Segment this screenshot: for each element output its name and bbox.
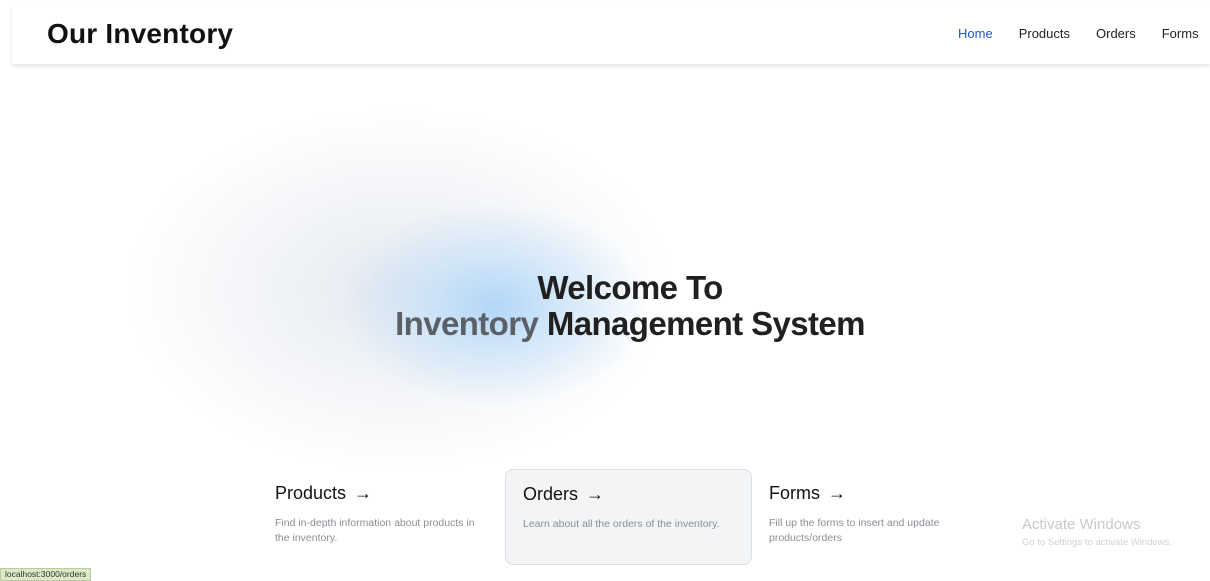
arrow-right-icon: → [354,483,373,503]
watermark-title: Activate Windows [1022,516,1141,533]
hero-line-1: Welcome To [537,269,723,306]
nav-link-home[interactable]: Home [958,26,993,42]
card-forms-description: Fill up the forms to insert and update p… [769,517,940,544]
card-orders[interactable]: Orders → Learn about all the orders of t… [505,469,752,565]
nav-link-products[interactable]: Products [1019,26,1070,42]
nav-link-orders[interactable]: Orders [1096,26,1136,42]
main-nav: Home Products Orders Forms [958,26,1199,42]
windows-activation-watermark: Activate Windows Go to Settings to activ… [1022,516,1172,548]
card-forms-label: Forms [769,483,820,503]
card-products-title: Products → [275,483,488,504]
watermark-subtitle: Go to Settings to activate Windows. [1022,537,1172,548]
brand-title[interactable]: Our Inventory [47,18,233,50]
hero-words-management-system: Management System [546,305,866,342]
arrow-right-icon: → [586,484,605,504]
hero-word-inventory: Inventory [395,305,539,342]
card-forms[interactable]: Forms → Fill up the forms to insert and … [752,469,999,565]
page: Our Inventory Home Products Orders Forms… [0,0,1210,581]
arrow-right-icon: → [828,483,846,503]
top-navbar: Our Inventory Home Products Orders Forms [12,6,1210,64]
card-forms-title: Forms → [769,483,982,504]
card-orders-description: Learn about all the orders of the invent… [523,518,720,530]
card-products-label: Products [275,483,347,503]
card-orders-label: Orders [523,484,579,504]
nav-link-forms[interactable]: Forms [1162,26,1199,42]
link-status-tooltip: localhost:3000/orders [0,568,92,581]
card-products[interactable]: Products → Find in-depth information abo… [258,469,505,565]
card-products-description: Find in-depth information about products… [275,517,475,544]
hero-line-2: Inventory Management System [0,306,1210,342]
card-orders-title: Orders → [523,484,734,505]
hero-heading: Welcome To Inventory Management System [0,270,1210,342]
